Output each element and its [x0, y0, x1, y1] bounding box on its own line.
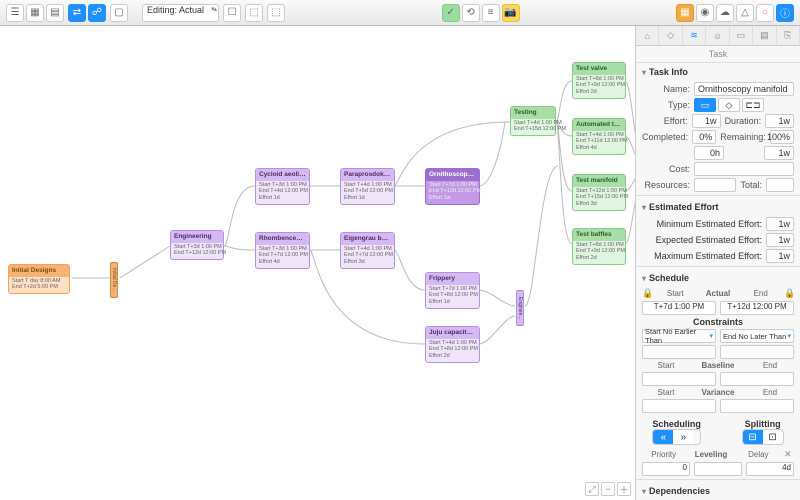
node-test-valve[interactable]: Test valve Start T+8d 1:00 PM End T+9d 1…	[572, 62, 626, 99]
leveling-field[interactable]	[694, 462, 742, 476]
inspector-title: Task	[636, 46, 800, 63]
tab-task-icon[interactable]: ≋	[683, 26, 706, 45]
node-testing[interactable]: Testing Start T+4d 1:00 PM End T+15d 12:…	[510, 106, 556, 136]
resources-field[interactable]	[694, 178, 736, 192]
tab-custom-icon[interactable]: ▤	[753, 26, 776, 45]
delay-field[interactable]: 4d	[746, 462, 794, 476]
view-resource-icon[interactable]: ☍	[88, 4, 106, 22]
record-icon[interactable]: ○	[756, 4, 774, 22]
tab-milestones-icon[interactable]: ◇	[659, 26, 682, 45]
constraint-start-select[interactable]: Start No Earlier Than	[642, 329, 716, 343]
priority-field[interactable]: 0	[642, 462, 690, 476]
tab-project-icon[interactable]: ⌂	[636, 26, 659, 45]
inspector-panel: ⌂ ◇ ≋ ☺ ▭ ▤ ⎘ Task Task Info Name:Ornith…	[635, 26, 800, 500]
node-rhomb[interactable]: Rhombencephalon link Start T+3d 1:00 PM …	[255, 232, 310, 269]
level-icon[interactable]: ≡	[482, 4, 500, 22]
section-schedule[interactable]: Schedule	[636, 269, 800, 287]
section-task-info[interactable]: Task Info	[636, 63, 800, 81]
node-auto-test[interactable]: Automated test develo... Start T+4d 1:00…	[572, 118, 626, 155]
milestone-initial[interactable]: Initial De...	[110, 262, 118, 298]
constraint-end-select[interactable]: End No Later Than	[720, 329, 794, 343]
node-eigengrau[interactable]: Eigengrau baffles Start T+4d 1:00 PM End…	[340, 232, 395, 269]
node-cycloid[interactable]: Cycloid aeolipile Start T+3d 1:00 PM End…	[255, 168, 310, 205]
splitting-toggle[interactable]: ⊟⊡	[742, 429, 784, 445]
type-milestone-icon[interactable]: ◇	[718, 98, 740, 112]
filter-icon[interactable]: ▢	[110, 4, 128, 22]
tool-c-icon[interactable]: ⬚	[267, 4, 285, 22]
section-dependencies[interactable]: Dependencies	[636, 482, 800, 500]
tool-a-icon[interactable]: ☐	[223, 4, 241, 22]
section-estimated[interactable]: Estimated Effort	[636, 198, 800, 216]
zoom-controls: ⤢ − ＋	[585, 482, 631, 496]
view-list-icon[interactable]: ☰	[6, 4, 24, 22]
zoom-in-icon[interactable]: ＋	[617, 482, 631, 496]
share-icon[interactable]: ☁	[716, 4, 734, 22]
name-field[interactable]: Ornithoscopy manifold	[694, 82, 794, 96]
tab-resource-icon[interactable]: ☺	[706, 26, 729, 45]
constraint-end-field[interactable]	[720, 345, 794, 359]
critical-icon[interactable]: △	[736, 4, 754, 22]
info-icon[interactable]: ⓘ	[776, 4, 794, 22]
constraint-start-field[interactable]	[642, 345, 716, 359]
rem-duration-field[interactable]: 1w	[764, 146, 794, 160]
min-effort-field[interactable]: 1w	[766, 217, 794, 231]
network-canvas[interactable]: Initial Designs Start T day 8:00 AM End …	[0, 26, 635, 500]
actual-start-field[interactable]: T+7d 1:00 PM	[642, 301, 716, 315]
node-test-baffles[interactable]: Test baffles Start T+8d 1:00 PM End T+9d…	[572, 228, 626, 265]
cost-field[interactable]	[694, 162, 794, 176]
toolbar: ☰ ▦ ▤ ⇄ ☍ ▢ Editing: Actual ☐ ⬚ ⬚ ✓ ⟲ ≡ …	[0, 0, 800, 26]
node-para[interactable]: Paraprosdokian valve Start T+4d 1:00 PM …	[340, 168, 395, 205]
actual-end-field[interactable]: T+12d 12:00 PM	[720, 301, 794, 315]
type-task-icon[interactable]: ▭	[694, 98, 716, 112]
baseline-icon[interactable]: 📷	[502, 4, 520, 22]
zoom-fit-icon[interactable]: ⤢	[585, 482, 599, 496]
type-hammock-icon[interactable]: ⊏⊐	[742, 98, 764, 112]
node-juju[interactable]: Juju capacitors Start T+4d 1:00 PM End T…	[425, 326, 480, 363]
exp-effort-field[interactable]: 1w	[766, 233, 794, 247]
remaining-field[interactable]: 100%	[770, 130, 794, 144]
variance-end-field[interactable]	[720, 399, 794, 413]
node-ornithoscopy[interactable]: Ornithoscopy manifold Start T+7d 1:00 PM…	[425, 168, 480, 205]
inspector-eye-icon[interactable]: ◉	[696, 4, 714, 22]
view-grid-icon[interactable]: ▦	[26, 4, 44, 22]
node-initial-designs[interactable]: Initial Designs Start T day 8:00 AM End …	[8, 264, 70, 294]
tab-styles-icon[interactable]: ▭	[730, 26, 753, 45]
scheduling-toggle[interactable]: «»	[652, 429, 701, 445]
node-frippery[interactable]: Frippery Start T+7d 1:00 PM End T+8d 12:…	[425, 272, 480, 309]
zoom-out-icon[interactable]: −	[601, 482, 615, 496]
duration-field[interactable]: 1w	[765, 114, 794, 128]
total-field[interactable]	[766, 178, 794, 192]
reschedule-icon[interactable]: ⟲	[462, 4, 480, 22]
node-test-manifold[interactable]: Test manifold Start T+12d 1:00 PM End T+…	[572, 174, 626, 211]
completed-field[interactable]: 0%	[692, 130, 716, 144]
view-cal-icon[interactable]: ▤	[46, 4, 64, 22]
effort-field[interactable]: 1w	[692, 114, 721, 128]
view-network-icon[interactable]: ⇄	[68, 4, 86, 22]
max-effort-field[interactable]: 1w	[766, 249, 794, 263]
inspector-grid-icon[interactable]: ▦	[676, 4, 694, 22]
catch-up-icon[interactable]: ✓	[442, 4, 460, 22]
tab-attach-icon[interactable]: ⎘	[777, 26, 800, 45]
baseline-end-field[interactable]	[720, 372, 794, 386]
connector-lines	[0, 26, 635, 500]
hours-field[interactable]: 0h	[694, 146, 724, 160]
milestone-engineering[interactable]: Enginee...	[516, 290, 524, 326]
baseline-start-field[interactable]	[642, 372, 716, 386]
variance-start-field[interactable]	[642, 399, 716, 413]
tool-b-icon[interactable]: ⬚	[245, 4, 263, 22]
node-engineering[interactable]: Engineering Start T+3d 1:00 PM End T+12d…	[170, 230, 224, 260]
editing-mode-select[interactable]: Editing: Actual	[142, 4, 219, 22]
